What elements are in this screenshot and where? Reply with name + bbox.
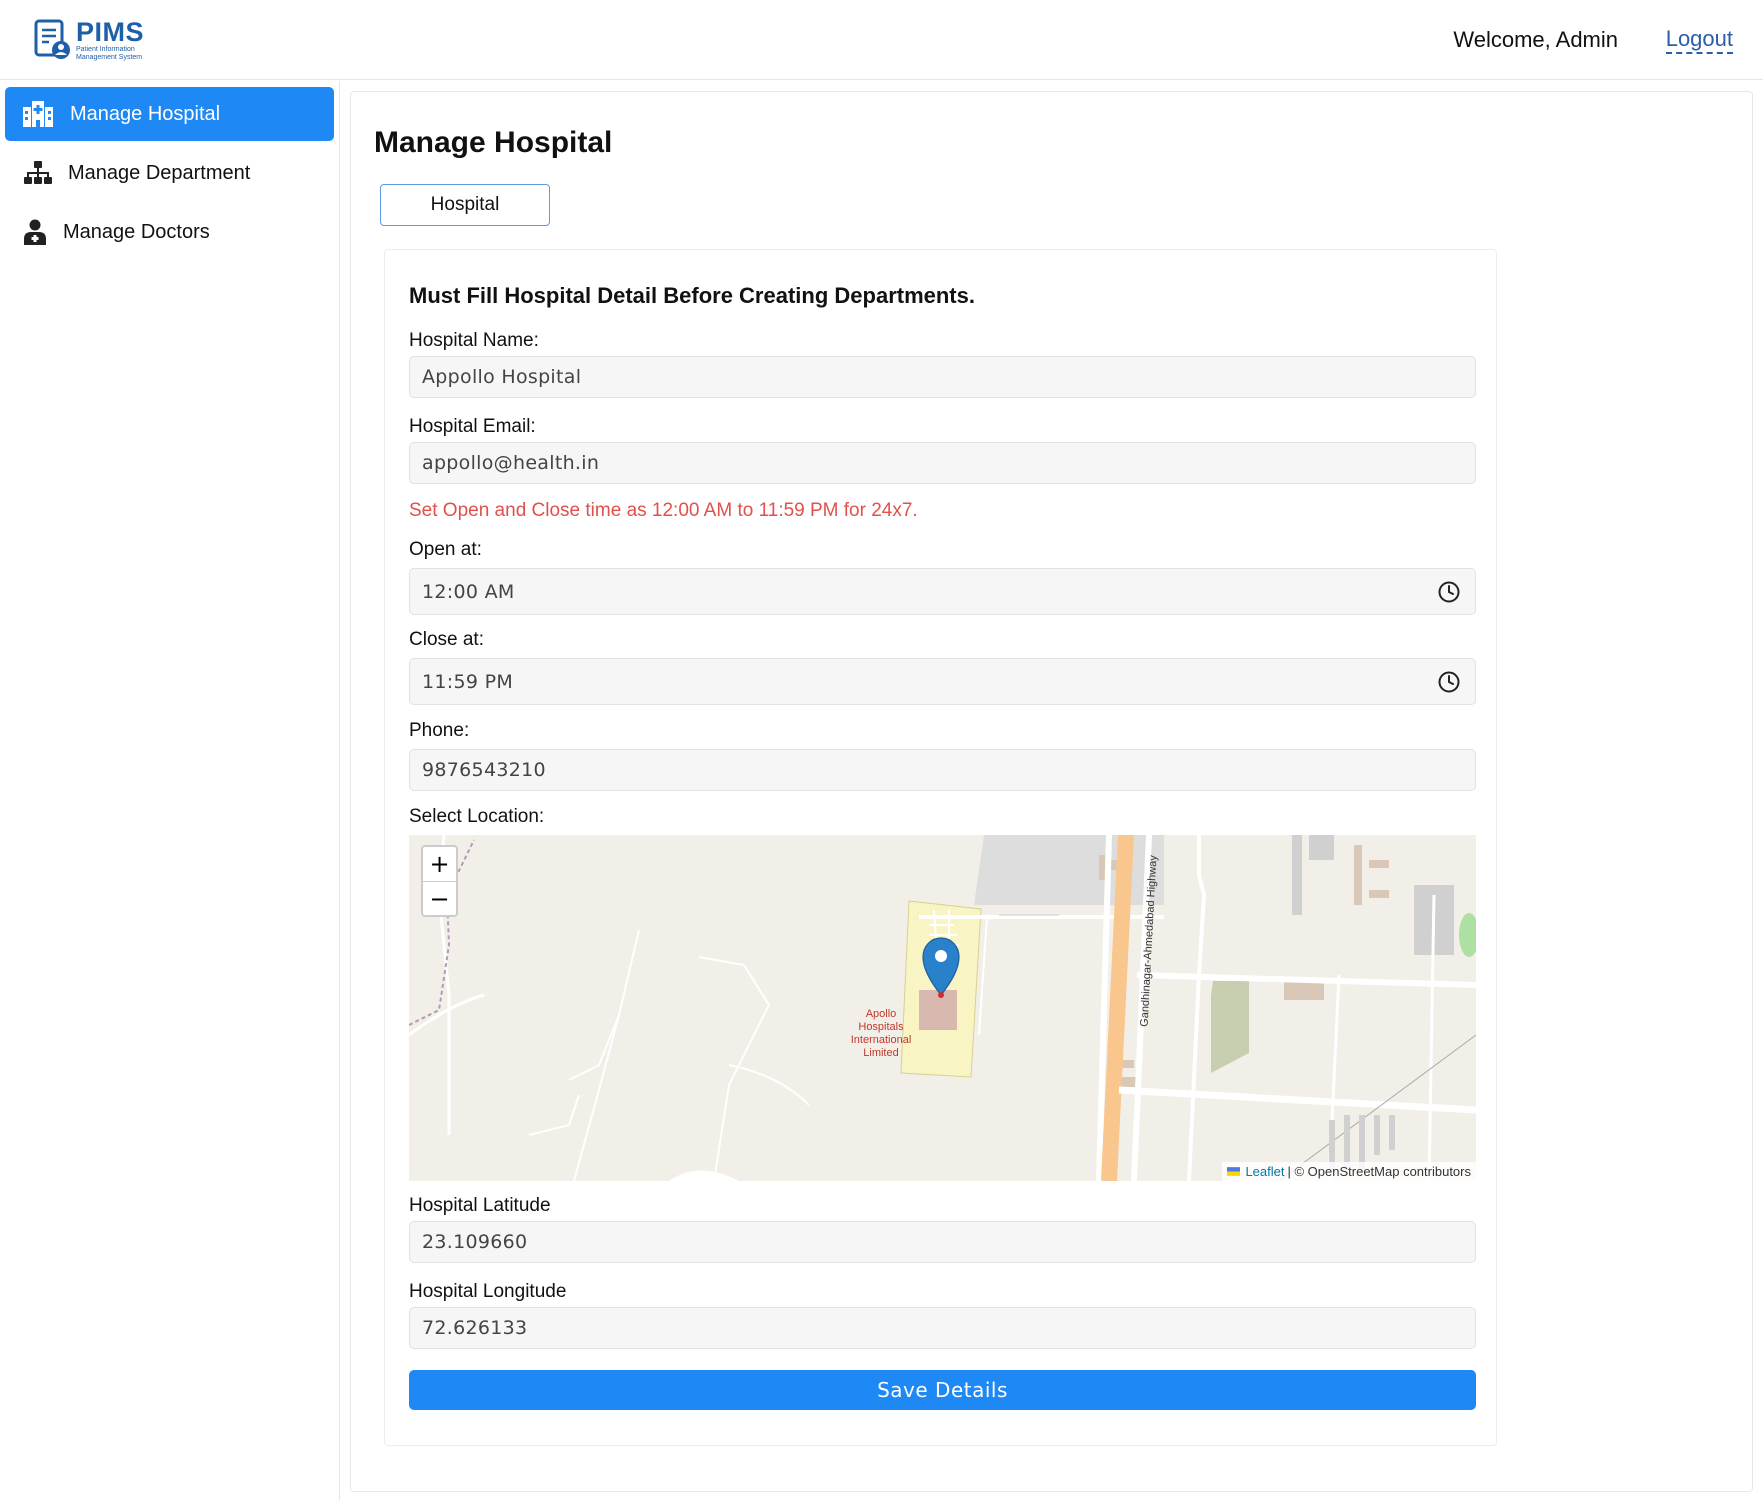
zoom-out-button[interactable]: − bbox=[423, 881, 456, 915]
sidebar-item-label: Manage Doctors bbox=[63, 220, 210, 243]
org-chart-icon bbox=[22, 157, 54, 189]
latitude-label: Hospital Latitude bbox=[409, 1195, 551, 1216]
hospital-name-label: Hospital Name: bbox=[409, 330, 539, 351]
logo-subtitle-line-1: Patient Information bbox=[76, 45, 135, 53]
hospital-form: Must Fill Hospital Detail Before Creatin… bbox=[384, 249, 1497, 1446]
close-at-time-input[interactable]: 11:59 PM bbox=[409, 658, 1476, 705]
map-place-label: Apollo Hospitals International Limited bbox=[850, 1008, 912, 1059]
location-map[interactable]: Apollo Hospitals International Limited G… bbox=[409, 835, 1476, 1181]
phone-input[interactable]: 9876543210 bbox=[409, 749, 1476, 791]
sidebar-item-manage-department[interactable]: Manage Department bbox=[5, 146, 334, 200]
longitude-label: Hospital Longitude bbox=[409, 1281, 567, 1302]
phone-label: Phone: bbox=[409, 720, 470, 741]
select-location-label: Select Location: bbox=[409, 806, 545, 827]
form-heading: Must Fill Hospital Detail Before Creatin… bbox=[409, 283, 975, 308]
logo-title: PIMS bbox=[76, 16, 145, 47]
clock-icon[interactable] bbox=[1437, 580, 1461, 604]
map-attribution: Leaflet | © OpenStreetMap contributors bbox=[1222, 1162, 1476, 1181]
longitude-input[interactable]: 72.626133 bbox=[409, 1307, 1476, 1349]
logo-subtitle-line-2: Management System bbox=[76, 53, 143, 61]
hospital-name-input[interactable]: Appollo Hospital bbox=[409, 356, 1476, 398]
save-details-button[interactable]: Save Details bbox=[409, 1370, 1476, 1410]
osm-attribution-text: | © OpenStreetMap contributors bbox=[1287, 1164, 1472, 1179]
time-hint-note: Set Open and Close time as 12:00 AM to 1… bbox=[409, 500, 918, 521]
sidebar-item-label: Manage Department bbox=[68, 161, 251, 184]
welcome-text: Welcome, Admin bbox=[1453, 27, 1618, 52]
map-zoom-control: + − bbox=[421, 845, 458, 917]
logout-link[interactable]: Logout bbox=[1665, 27, 1733, 54]
hospital-email-input[interactable]: appollo@health.in bbox=[409, 442, 1476, 484]
pims-logo[interactable]: PIMS Patient Information Management Syst… bbox=[34, 16, 144, 64]
logo-document-icon bbox=[34, 19, 70, 59]
sidebar: Manage Hospital Manage Department Manage… bbox=[0, 81, 340, 1500]
sidebar-item-manage-doctors[interactable]: Manage Doctors bbox=[5, 205, 334, 259]
close-at-value: 11:59 PM bbox=[422, 670, 514, 693]
open-at-label: Open at: bbox=[409, 539, 482, 560]
open-at-time-input[interactable]: 12:00 AM bbox=[409, 568, 1476, 615]
latitude-input[interactable]: 23.109660 bbox=[409, 1221, 1476, 1263]
ukraine-flag-icon bbox=[1227, 1167, 1241, 1176]
map-tiles[interactable] bbox=[409, 835, 1476, 1181]
open-at-value: 12:00 AM bbox=[422, 580, 515, 603]
tab-hospital[interactable]: Hospital bbox=[380, 184, 550, 226]
top-header: PIMS Patient Information Management Syst… bbox=[0, 0, 1763, 80]
page-title: Manage Hospital bbox=[374, 126, 613, 159]
zoom-in-button[interactable]: + bbox=[423, 847, 456, 881]
hospital-icon bbox=[22, 98, 54, 130]
clock-icon[interactable] bbox=[1437, 670, 1461, 694]
sidebar-item-manage-hospital[interactable]: Manage Hospital bbox=[5, 87, 334, 141]
doctor-icon bbox=[19, 216, 51, 248]
hospital-email-label: Hospital Email: bbox=[409, 416, 536, 437]
sidebar-item-label: Manage Hospital bbox=[70, 102, 221, 125]
main-content: Manage Hospital Hospital Must Fill Hospi… bbox=[350, 91, 1753, 1492]
close-at-label: Close at: bbox=[409, 629, 484, 650]
leaflet-link[interactable]: Leaflet bbox=[1245, 1164, 1284, 1179]
